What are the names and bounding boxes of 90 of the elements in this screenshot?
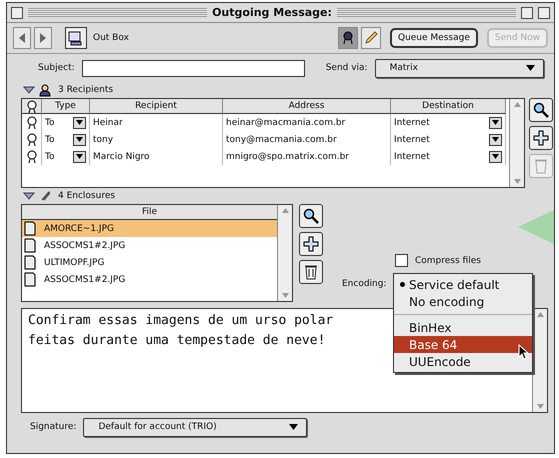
enclosures-count: 4 Enclosures [57,191,116,201]
delete-button[interactable] [299,260,323,284]
dropdown-arrow-icon [76,154,83,159]
file-row[interactable]: AMORCE~1.JPG [22,220,277,237]
zoom-box[interactable] [521,6,533,18]
ribbon-icon [26,150,36,163]
type-dropdown[interactable] [73,116,86,128]
table-cell: Heinar [90,114,223,131]
table-cell: tony@macmania.com.br [223,131,391,148]
table-cell: mnigro@spo.matrix.com.br [223,148,391,165]
plus-icon [533,130,549,146]
close-box[interactable] [11,6,23,18]
compress-checkbox[interactable] [395,254,408,267]
menu-item[interactable]: Base 64 [394,336,532,353]
person-icon [39,84,51,96]
edit-button[interactable] [360,27,381,49]
document-icon [24,221,36,236]
signature-label: Signature: [29,422,78,432]
column-header[interactable]: Type [42,99,90,114]
type-dropdown[interactable] [73,150,86,162]
destination-value: Internet [394,134,430,144]
forward-button[interactable] [34,27,52,49]
bullet-icon [400,282,405,287]
menu-item[interactable]: UUEncode [394,353,532,370]
back-button[interactable] [13,27,31,49]
window-title: Outgoing Message: [212,6,332,19]
mailbox-name: Out Box [92,33,130,43]
plus-icon [303,236,319,252]
document-icon [24,238,36,253]
pencil-icon [364,31,378,45]
destination-dropdown[interactable] [489,150,502,162]
disclosure-triangle-icon[interactable] [23,192,35,200]
column-header[interactable]: Address [223,99,391,114]
send-via-label: Send via: [324,63,369,73]
trash-icon [304,264,318,280]
dropdown-arrow-icon [526,65,535,71]
dropdown-arrow-icon [492,154,499,159]
column-header[interactable]: Destination [391,99,506,114]
compress-label: Compress files [414,256,482,266]
magnifier-icon [533,102,549,118]
column-header[interactable]: File [22,205,277,220]
trash-icon [534,158,548,174]
type-dropdown[interactable] [73,134,86,146]
priority-button[interactable] [338,27,358,49]
send-via-dropdown[interactable]: Matrix [374,58,544,78]
search-button[interactable] [529,98,553,122]
file-row[interactable]: ASSOCMS1#2.JPG [22,271,277,288]
ribbon-icon [26,116,36,129]
recipients-count: 3 Recipients [57,85,114,95]
dropdown-arrow-icon [76,137,83,142]
search-button[interactable] [299,204,323,228]
collapse-box[interactable] [538,6,550,18]
encoding-label: Encoding: [341,279,388,289]
magnifier-icon [303,208,319,224]
signature-dropdown[interactable]: Default for account (TRIO) [83,418,308,436]
column-header[interactable]: Recipient [90,99,223,114]
add-button[interactable] [299,232,323,256]
file-row[interactable]: ULTIMOPF.JPG [22,254,277,271]
subject-field[interactable] [82,60,305,76]
mailbox-button[interactable] [65,27,87,49]
recipient-type: To [45,134,54,144]
menu-item[interactable]: No encoding [394,293,532,310]
disclosure-triangle-icon[interactable] [23,86,35,94]
destination-dropdown[interactable] [489,134,502,146]
toolbar-button[interactable]: Queue Message [390,28,478,48]
document-icon [24,255,36,270]
ribbon-icon [342,31,354,45]
recipient-type: To [45,118,54,128]
table-cell: heinar@macmania.com.br [223,114,391,131]
mouse-pointer-icon [518,344,528,360]
pointer-triangle [518,210,554,244]
file-row[interactable]: ASSOCMS1#2.JPG [22,237,277,254]
menu-item[interactable]: BinHex [394,319,532,336]
dropdown-arrow-icon [76,120,83,125]
right-arrow-icon [39,33,47,43]
table-cell: tony [90,131,223,148]
destination-value: Internet [394,118,430,128]
document-icon [24,272,36,287]
destination-dropdown[interactable] [489,116,502,128]
ribbon-icon [26,133,36,146]
left-arrow-icon [18,33,26,43]
menu-item[interactable]: Service default [394,276,532,293]
dropdown-arrow-icon [492,120,499,125]
destination-value: Internet [394,152,430,162]
table-cell: Marcio Nigro [90,148,223,165]
dropdown-arrow-icon [492,137,499,142]
dropdown-arrow-icon [289,424,298,430]
add-button[interactable] [529,126,553,150]
recipient-type: To [45,152,54,162]
subject-label: Subject: [37,63,76,73]
